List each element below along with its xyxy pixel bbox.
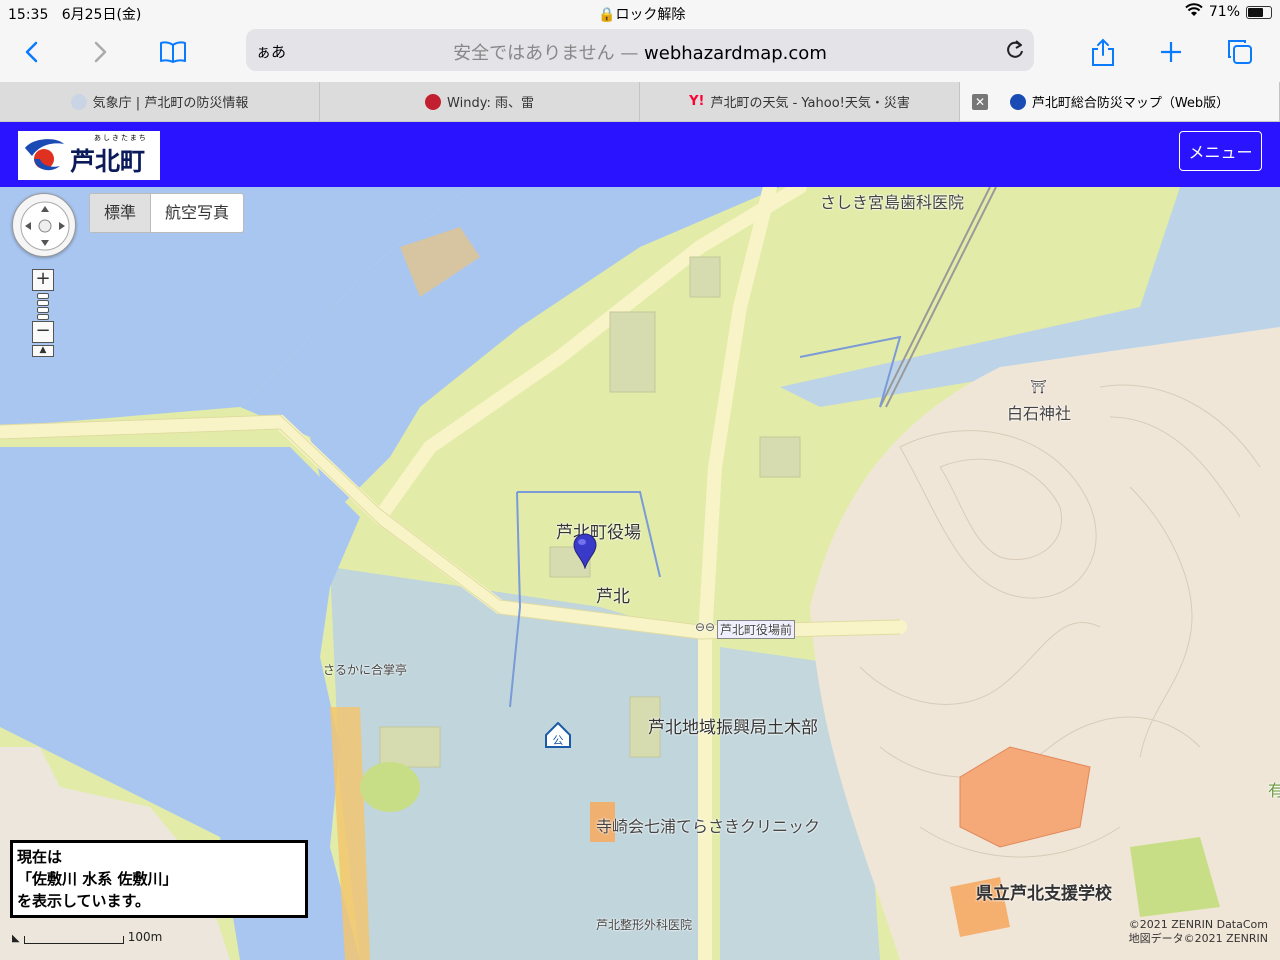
zoom-control: + − ▲ [32,269,56,359]
zoom-in-button[interactable]: + [32,269,54,291]
map-copyright: ©2021 ZENRIN DataCom 地図データ©2021 ZENRIN [1129,918,1268,946]
tab-overview-button[interactable] [1220,32,1260,72]
info-line-1: 現在は [17,848,63,866]
wifi-icon [1185,3,1203,21]
copyright-line-2: 地図データ©2021 ZENRIN [1128,932,1268,945]
svg-text:公: 公 [553,734,564,747]
browser-toolbar: ぁあ 安全ではありません — webhazardmap.com [0,24,1280,82]
back-button[interactable] [12,32,52,72]
label-town-office: 芦北町役場 [556,523,641,543]
zoom-level-tick[interactable] [37,307,49,313]
bus-stop-icon: ⊖⊖ [695,620,716,634]
north-arrow-icon: ◣ [12,933,20,944]
scale-line [23,936,124,944]
town-logo[interactable]: あしきたまち 芦北町 [18,131,160,180]
current-layer-info: 現在は 「佐敷川 水系 佐敷川」 を表示しています。 [10,840,308,918]
scale-label: 100m [127,930,163,944]
chevron-left-icon [25,41,38,63]
status-time: 15:35 6月25日(金) [8,7,142,23]
logo-ruby: あしきたまち [94,134,148,142]
label-orthopedic: 芦北整形外科医院 [596,918,693,932]
label-sarukani: さるかに合掌亭 [323,663,408,677]
bookmarks-button[interactable] [153,32,193,72]
menu-button[interactable]: メニュー [1179,131,1262,171]
label-school: 県立芦北支援学校 [976,884,1112,904]
map-type-aerial[interactable]: 航空写真 [151,194,243,232]
copyright-line-1: ©2021 ZENRIN DataCom [1128,918,1268,931]
reload-icon [1007,40,1023,58]
label-civil-engineering: 芦北地域振興局土木部 [648,718,818,738]
jma-icon [70,93,87,110]
lock-icon: 🔒 [598,7,616,23]
tab-label: Windy: 雨、雷 [447,96,534,111]
tabs-icon [1228,40,1252,64]
map-type-toggle: 標準 航空写真 [89,193,245,233]
map-type-standard[interactable]: 標準 [90,194,152,232]
tab-label: 芦北町の天気 - Yahoo!天気・災害 [710,96,910,111]
book-icon [160,41,186,63]
tab-yahoo-weather[interactable]: Y! 芦北町の天気 - Yahoo!天気・災害 [640,82,960,121]
label-edge: 有 [1268,781,1280,800]
battery-fill [1248,7,1263,17]
tab-label: 芦北町総合防災マップ（Web版） [1031,96,1230,111]
public-facility-icon[interactable]: 公 [545,722,571,748]
share-button[interactable] [1083,32,1123,72]
label-shrine: 白石神社 [1007,404,1072,423]
plus-icon [1161,42,1181,62]
ashikita-icon [1009,93,1026,110]
label-clinic: 寺崎会七浦てらさきクリニック [596,817,821,836]
status-bar: 15:35 6月25日(金) 🔒ロック解除 71% [0,0,1280,24]
tab-strip: 気象庁 | 芦北町の防災情報 Windy: 雨、雷 Y! 芦北町の天気 - Ya… [0,82,1280,122]
location-pin-icon[interactable] [572,533,598,569]
battery-percent: 71% [1208,4,1240,20]
logo-name: 芦北町 [70,146,146,176]
torii-icon: ⛩ [1030,380,1047,395]
scale-bar: ◣ 100m [12,930,162,944]
label-district: 芦北 [596,587,630,607]
url-text: 安全ではありません — webhazardmap.com [453,43,827,64]
reload-button[interactable] [1004,37,1026,65]
new-tab-button[interactable] [1151,32,1191,72]
zoom-level-tick[interactable] [37,300,49,306]
close-tab-icon[interactable]: ✕ [972,94,988,110]
tab-label: 気象庁 | 芦北町の防災情報 [92,96,249,111]
tab-jma[interactable]: 気象庁 | 芦北町の防災情報 [0,82,320,121]
zoom-level-tick[interactable] [37,293,49,299]
zoom-out-button[interactable]: − [32,321,54,343]
address-bar[interactable]: ぁあ 安全ではありません — webhazardmap.com [246,29,1034,71]
share-icon [1092,38,1114,66]
tab-windy[interactable]: Windy: 雨、雷 [320,82,640,121]
label-bus-stop: 芦北町役場前 [717,620,796,639]
chevron-right-icon [94,41,107,63]
tab-ashikita-map[interactable]: ✕ 芦北町総合防災マップ（Web版） [960,82,1280,121]
pan-control[interactable] [12,193,76,257]
collapse-zoom-icon[interactable]: ▲ [32,345,54,357]
status-right: 71% [1185,3,1272,21]
info-line-3: を表示しています。 [17,892,151,910]
ashikita-logo-mark [25,138,64,170]
pan-arrows-icon [20,201,70,251]
lock-status: 🔒ロック解除 [598,7,686,23]
info-line-2: 「佐敷川 水系 佐敷川」 [17,870,178,888]
windy-icon [425,93,442,110]
label-dental-clinic: さしき宮島歯科医院 [820,193,965,212]
hazard-map[interactable]: さしき宮島歯科医院 ⛩ 白石神社 芦北町役場 芦北 ⊖⊖ 芦北町役場前 さるかに… [0,187,1280,960]
forward-button[interactable] [80,32,120,72]
yahoo-icon: Y! [689,94,705,109]
battery-icon [1246,5,1272,19]
site-header: あしきたまち 芦北町 メニュー [0,122,1280,187]
